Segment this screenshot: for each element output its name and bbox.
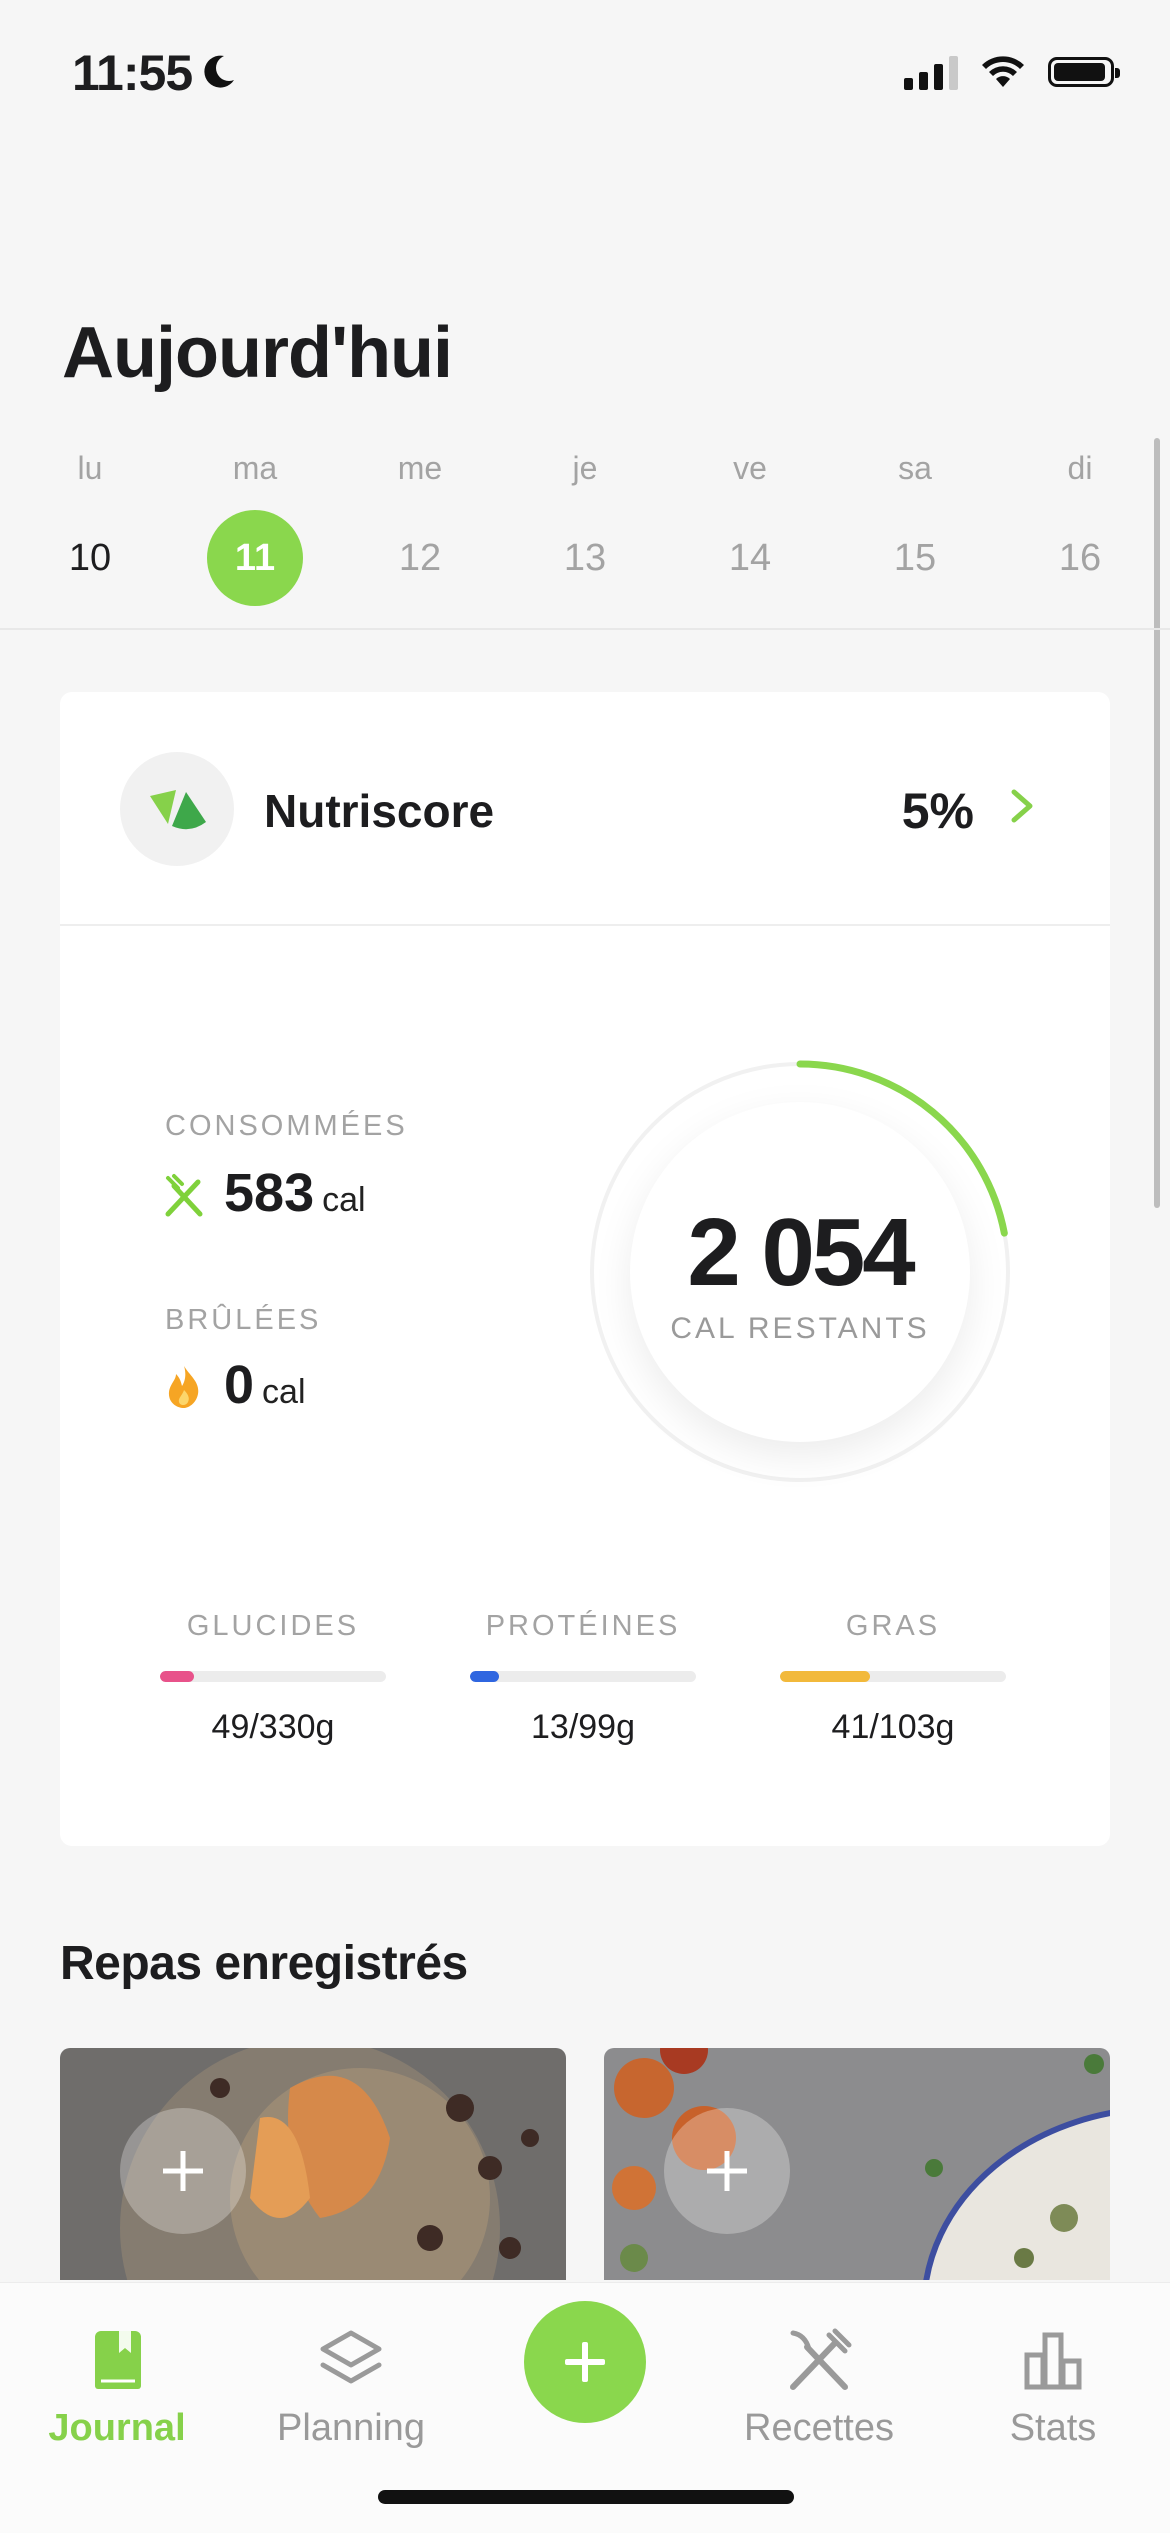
- macro-value: 13/99g: [531, 1708, 635, 1746]
- day-date: 13: [563, 537, 607, 579]
- macro-proteins: PROTÉINES 13/99g: [463, 1610, 703, 1747]
- day-friday[interactable]: ve 14: [690, 450, 810, 606]
- consumed-number: 583: [224, 1163, 315, 1223]
- burned-label: BRÛLÉES: [165, 1304, 322, 1336]
- tab-recettes[interactable]: Recettes: [702, 2283, 936, 2463]
- home-indicator[interactable]: [378, 2490, 794, 2504]
- tab-label: Journal: [48, 2407, 186, 2449]
- consumed-value: 583 cal: [224, 1162, 366, 1224]
- page-title: Aujourd'hui: [62, 313, 453, 393]
- chevron-right-icon: [1011, 789, 1033, 823]
- day-name: je: [572, 450, 598, 486]
- remaining-calories-label: CAL RESTANTS: [670, 1312, 930, 1345]
- fork-knife-icon: [165, 1174, 203, 1217]
- daily-summary-card: Nutriscore 5% CONSOMMÉES 583 cal BRÛLÉES…: [60, 692, 1110, 1846]
- wifi-icon: [982, 56, 1024, 87]
- meal-card-lunch[interactable]: [604, 2048, 1110, 2280]
- day-date: 15: [893, 537, 937, 579]
- day-name: ma: [232, 450, 278, 486]
- day-name: me: [397, 450, 443, 486]
- macro-progress-track: [470, 1671, 696, 1682]
- nutriscore-label: Nutriscore: [264, 785, 495, 837]
- day-sunday[interactable]: di 16: [1020, 450, 1140, 606]
- journal-book-icon: [95, 2331, 141, 2389]
- status-time: 11:55: [72, 45, 193, 101]
- add-meal-button[interactable]: [664, 2108, 790, 2234]
- scroll-indicator[interactable]: [1154, 438, 1160, 1208]
- day-name: lu: [77, 450, 103, 486]
- macro-carbs: GLUCIDES 49/330g: [153, 1610, 393, 1747]
- day-date: 10: [68, 537, 112, 579]
- consumed-unit: cal: [322, 1181, 366, 1219]
- macro-label: PROTÉINES: [485, 1610, 681, 1642]
- cellular-signal-icon: [904, 54, 958, 90]
- add-meal-button[interactable]: [120, 2108, 246, 2234]
- nutriscore-row[interactable]: Nutriscore 5%: [60, 692, 1110, 926]
- divider: [0, 628, 1170, 630]
- layers-icon: [320, 2330, 382, 2384]
- battery-icon: [1048, 57, 1120, 87]
- macro-progress-track: [160, 1671, 386, 1682]
- macro-progress-track: [780, 1671, 1006, 1682]
- burned-number: 0: [224, 1355, 255, 1415]
- tab-stats[interactable]: Stats: [936, 2283, 1170, 2463]
- macro-progress-fill: [160, 1671, 194, 1682]
- meal-card-breakfast[interactable]: [60, 2048, 566, 2280]
- tab-label: Planning: [277, 2407, 425, 2449]
- status-bar: 11:55: [0, 0, 1170, 150]
- flame-icon: [168, 1366, 199, 1408]
- consumed-label: CONSOMMÉES: [165, 1110, 408, 1142]
- day-tuesday[interactable]: ma 11: [195, 450, 315, 606]
- day-saturday[interactable]: sa 15: [855, 450, 975, 606]
- day-monday[interactable]: lu 10: [30, 450, 150, 606]
- macro-fat: GRAS 41/103g: [773, 1610, 1013, 1747]
- add-food-fab-button[interactable]: [524, 2301, 646, 2423]
- day-name: ve: [733, 450, 767, 486]
- macro-progress-fill: [780, 1671, 871, 1682]
- burned-value: 0 cal: [224, 1354, 306, 1416]
- moon-icon: [204, 55, 234, 88]
- day-date: 16: [1058, 537, 1102, 579]
- tab-journal[interactable]: Journal: [0, 2283, 234, 2463]
- remaining-calories-ring[interactable]: 2 054 CAL RESTANTS: [580, 1052, 1020, 1492]
- macro-label: GRAS: [845, 1610, 941, 1642]
- meals-section-title: Repas enregistrés: [60, 1937, 468, 1990]
- tab-planning[interactable]: Planning: [234, 2283, 468, 2463]
- utensils-icon: [790, 2328, 852, 2390]
- tab-label: Stats: [1009, 2407, 1097, 2449]
- week-selector: lu 10 ma 11 me 12 je 13 ve 14 sa 15 di 1…: [30, 450, 1140, 606]
- tab-label: Recettes: [744, 2407, 894, 2449]
- remaining-calories-center: 2 054 CAL RESTANTS: [630, 1102, 970, 1442]
- day-date: 12: [398, 537, 442, 579]
- remaining-calories-value: 2 054: [687, 1199, 915, 1306]
- day-name: di: [1067, 450, 1093, 486]
- bar-chart-icon: [1024, 2332, 1082, 2390]
- macro-value: 41/103g: [831, 1708, 955, 1746]
- macro-label: GLUCIDES: [186, 1610, 360, 1642]
- macro-progress-fill: [470, 1671, 500, 1682]
- nutriscore-logo-icon: [120, 752, 234, 866]
- status-indicators: [904, 54, 1120, 90]
- day-wednesday[interactable]: me 12: [360, 450, 480, 606]
- day-name: sa: [898, 450, 932, 486]
- day-thursday[interactable]: je 13: [525, 450, 645, 606]
- day-date-selected: 11: [207, 510, 303, 606]
- nutriscore-value: 5%: [901, 783, 974, 839]
- macro-value: 49/330g: [211, 1708, 335, 1746]
- burned-unit: cal: [262, 1373, 306, 1411]
- day-date: 14: [728, 537, 772, 579]
